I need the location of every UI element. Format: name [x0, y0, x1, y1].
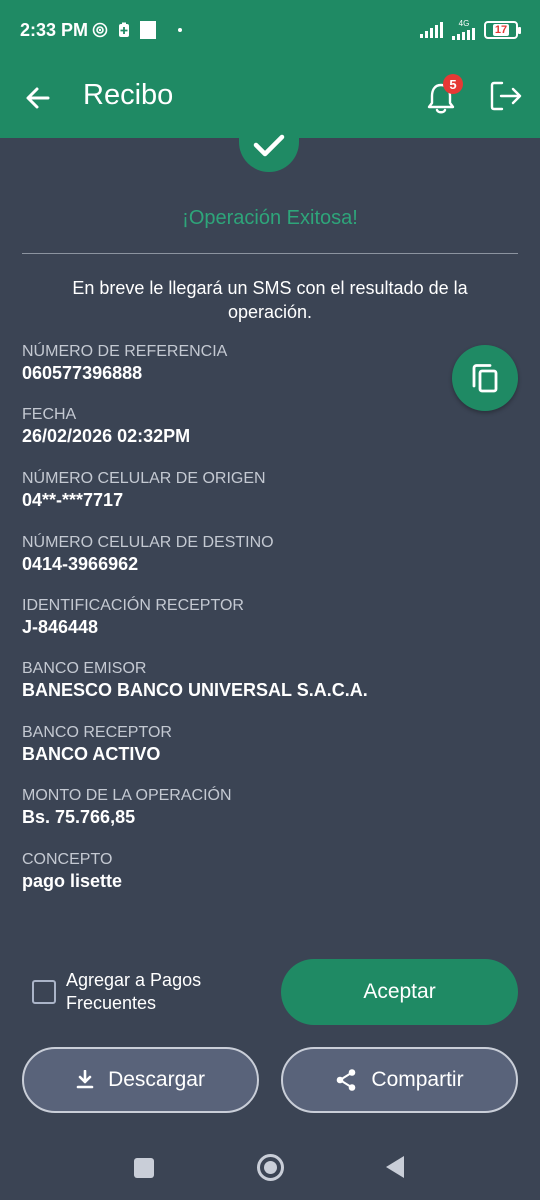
- checkbox-label: Agregar a Pagos Frecuentes: [66, 969, 201, 1015]
- signal-icon: [420, 22, 443, 38]
- battery-level: 17: [492, 24, 510, 36]
- field-label: FECHA: [22, 406, 77, 423]
- field-value: pago lisette: [22, 871, 123, 891]
- field-receiver-id: IDENTIFICACIÓN RECEPTOR J-846448: [22, 597, 244, 638]
- notification-app-icon: [140, 21, 156, 39]
- field-origin-phone: NÚMERO CELULAR DE ORIGEN 04**-***7717: [22, 470, 266, 511]
- divider: [22, 253, 518, 254]
- download-label: Descargar: [108, 1068, 205, 1091]
- battery-saver-icon: [119, 22, 129, 37]
- field-reference: NÚMERO DE REFERENCIA 060577396888: [22, 343, 227, 384]
- page-title: Recibo: [83, 79, 174, 111]
- recents-icon[interactable]: [134, 1158, 154, 1178]
- field-label: IDENTIFICACIÓN RECEPTOR: [22, 597, 244, 614]
- field-value: BANCO ACTIVO: [22, 744, 161, 764]
- checkbox-box[interactable]: [32, 980, 56, 1004]
- share-button[interactable]: Compartir: [281, 1047, 518, 1113]
- field-value: 26/02/2026 02:32PM: [22, 426, 191, 446]
- system-back-icon[interactable]: [386, 1156, 404, 1178]
- field-label: NÚMERO DE REFERENCIA: [22, 343, 228, 360]
- network-type-label: 4G: [458, 19, 470, 28]
- field-label: MONTO DE LA OPERACIÓN: [22, 787, 232, 804]
- field-label: BANCO EMISOR: [22, 660, 147, 677]
- checkbox-label-line1: Agregar a Pagos: [66, 970, 202, 990]
- sms-note: En breve le llegará un SMS con el result…: [72, 278, 468, 322]
- logout-icon[interactable]: [488, 78, 524, 114]
- field-value: BANESCO BANCO UNIVERSAL S.A.C.A.: [22, 680, 368, 700]
- download-icon: [76, 1070, 94, 1089]
- checkbox-label-line2: Frecuentes: [66, 993, 157, 1013]
- more-notifications-dot-icon: [178, 28, 182, 32]
- frequent-payments-checkbox[interactable]: Agregar a Pagos Frecuentes: [32, 969, 201, 1015]
- success-badge: [239, 118, 299, 172]
- field-value: 04**-***7717: [22, 490, 124, 510]
- hotspot-icon: [92, 22, 108, 38]
- field-receiving-bank: BANCO RECEPTOR BANCO ACTIVO: [22, 724, 172, 765]
- field-label: CONCEPTO: [22, 851, 113, 868]
- status-right-icons: 4G 17: [420, 20, 521, 40]
- field-label: BANCO RECEPTOR: [22, 724, 172, 741]
- field-destination-phone: NÚMERO CELULAR DE DESTINO 0414-3966962: [22, 534, 274, 575]
- home-icon[interactable]: [257, 1154, 284, 1181]
- field-value: J-846448: [22, 617, 99, 637]
- arrow-left-icon[interactable]: [22, 82, 54, 114]
- field-value: 060577396888: [22, 363, 143, 383]
- accept-button[interactable]: Aceptar: [281, 959, 518, 1025]
- field-label: NÚMERO CELULAR DE ORIGEN: [22, 470, 266, 487]
- status-bar: 2:33 PM 4G 17: [0, 0, 540, 62]
- field-amount: MONTO DE LA OPERACIÓN Bs. 75.766,85: [22, 787, 232, 828]
- copy-icon: [472, 364, 498, 393]
- notification-badge: 5: [443, 74, 463, 94]
- battery-icon: 17: [484, 21, 521, 39]
- signal-4g-icon: [452, 28, 475, 40]
- share-icon: [337, 1069, 356, 1091]
- check-icon: [253, 134, 285, 157]
- system-nav-bar: [0, 1130, 540, 1200]
- status-time: 2:33 PM: [20, 20, 89, 40]
- home-icon-inner: [264, 1161, 277, 1174]
- mobile-data-indicator: 4G: [452, 20, 476, 40]
- download-button[interactable]: Descargar: [22, 1047, 259, 1113]
- status-notification-icons: [92, 21, 182, 39]
- copy-reference-button[interactable]: [452, 345, 518, 411]
- field-value: Bs. 75.766,85: [22, 807, 136, 827]
- field-date: FECHA 26/02/2026 02:32PM: [22, 406, 190, 447]
- field-value: 0414-3966962: [22, 554, 139, 574]
- field-concept: CONCEPTO pago lisette: [22, 851, 122, 892]
- field-label: NÚMERO CELULAR DE DESTINO: [22, 534, 274, 551]
- share-label: Compartir: [371, 1068, 464, 1091]
- field-issuing-bank: BANCO EMISOR BANESCO BANCO UNIVERSAL S.A…: [22, 660, 368, 701]
- success-title: ¡Operación Exitosa!: [182, 207, 358, 229]
